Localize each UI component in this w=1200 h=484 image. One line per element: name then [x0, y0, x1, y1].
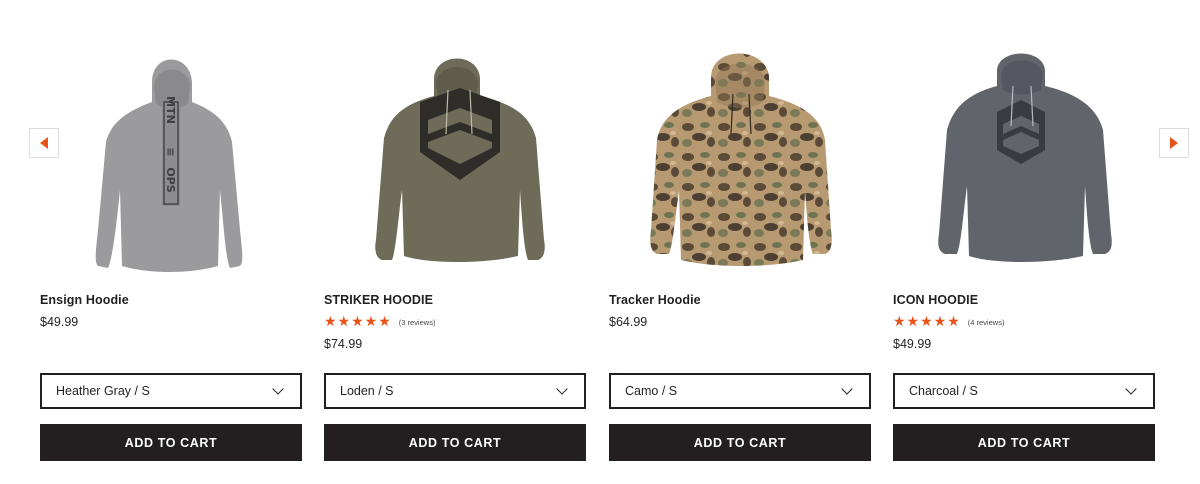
- add-to-cart-button[interactable]: ADD TO CART: [324, 424, 586, 461]
- add-to-cart-button[interactable]: ADD TO CART: [893, 424, 1155, 461]
- variant-value: Camo / S: [625, 384, 678, 398]
- variant-select[interactable]: Heather Gray / S: [40, 373, 302, 409]
- product-title[interactable]: Tracker Hoodie: [609, 293, 701, 307]
- chevron-down-icon: [272, 383, 284, 395]
- variant-select[interactable]: Charcoal / S: [893, 373, 1155, 409]
- chevron-down-icon: [841, 383, 853, 395]
- svg-text:MTN: MTN: [164, 96, 177, 124]
- product-card: MTN ≡ OPS Ensign Hoodie $49.99 Heather G…: [40, 0, 302, 484]
- star-rating-icon: ★★★★★: [324, 314, 392, 330]
- product-carousel: MTN ≡ OPS Ensign Hoodie $49.99 Heather G…: [0, 0, 1200, 484]
- variant-value: Heather Gray / S: [56, 384, 150, 398]
- product-rating[interactable]: ★★★★★ (4 reviews): [893, 314, 1004, 330]
- svg-text:OPS: OPS: [164, 167, 177, 192]
- chevron-down-icon: [1125, 383, 1137, 395]
- product-image-ensign-hoodie[interactable]: MTN ≡ OPS: [40, 30, 302, 275]
- product-rating[interactable]: ★★★★★ (3 reviews): [324, 314, 435, 330]
- product-image-tracker-hoodie[interactable]: [609, 30, 871, 275]
- product-image-striker-hoodie[interactable]: [324, 30, 586, 275]
- product-title[interactable]: Ensign Hoodie: [40, 293, 129, 307]
- product-card: ICON HOODIE ★★★★★ (4 reviews) $49.99 Cha…: [893, 0, 1155, 484]
- svg-text:≡: ≡: [164, 147, 177, 156]
- product-title[interactable]: STRIKER HOODIE: [324, 293, 433, 307]
- add-to-cart-button[interactable]: ADD TO CART: [40, 424, 302, 461]
- product-title[interactable]: ICON HOODIE: [893, 293, 978, 307]
- star-rating-icon: ★★★★★: [893, 314, 961, 330]
- variant-value: Charcoal / S: [909, 384, 978, 398]
- carousel-next-button[interactable]: [1159, 128, 1189, 158]
- product-price: $49.99: [40, 315, 79, 329]
- variant-value: Loden / S: [340, 384, 394, 398]
- product-card: Tracker Hoodie $64.99 Camo / S ADD TO CA…: [609, 0, 871, 484]
- product-price: $74.99: [324, 337, 363, 351]
- review-count[interactable]: (4 reviews): [968, 318, 1005, 327]
- product-price: $49.99: [893, 337, 932, 351]
- product-image-icon-hoodie[interactable]: [893, 30, 1155, 275]
- variant-select[interactable]: Camo / S: [609, 373, 871, 409]
- product-card: STRIKER HOODIE ★★★★★ (3 reviews) $74.99 …: [324, 0, 586, 484]
- chevron-down-icon: [556, 383, 568, 395]
- product-price: $64.99: [609, 315, 648, 329]
- add-to-cart-button[interactable]: ADD TO CART: [609, 424, 871, 461]
- variant-select[interactable]: Loden / S: [324, 373, 586, 409]
- review-count[interactable]: (3 reviews): [399, 318, 436, 327]
- chevron-right-icon: [1170, 137, 1178, 149]
